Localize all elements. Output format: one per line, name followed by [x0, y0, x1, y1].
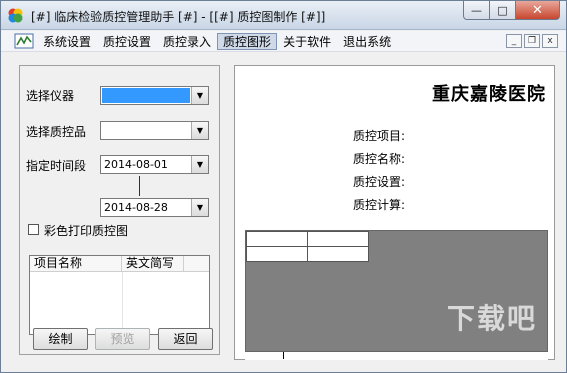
- main-window: [#] 临床检验质控管理助手 [#] - [[#] 质控图制作 [#]] — □…: [0, 0, 567, 373]
- qc-setting-field: 质控设置:: [353, 175, 406, 189]
- mdi-minimize-button[interactable]: _: [506, 34, 522, 48]
- qc-calc-field: 质控计算:: [353, 198, 406, 212]
- report-preview: 重庆嘉陵医院 质控项目: 质控名称: 质控设置: 质控计算: 下载吧: [234, 65, 555, 360]
- close-icon: ✕: [532, 2, 543, 18]
- grid-cell[interactable]: [307, 246, 369, 262]
- data-grid[interactable]: [246, 231, 369, 262]
- title-bar: [#] 临床检验质控管理助手 [#] - [[#] 质控图制作 [#]] — □…: [1, 1, 566, 30]
- minimize-button[interactable]: —: [463, 1, 490, 20]
- menu-system-settings[interactable]: 系统设置: [37, 33, 97, 50]
- date-from-value: 2014-08-01: [104, 158, 168, 171]
- list-header: 项目名称 英文简写: [30, 256, 209, 272]
- menu-items: 系统设置 质控设置 质控录入 质控图形 关于软件 退出系统: [37, 33, 397, 50]
- watermark: 下载吧: [446, 302, 537, 335]
- menu-qc-settings[interactable]: 质控设置: [97, 33, 157, 50]
- maximize-icon: □: [497, 3, 508, 17]
- chevron-down-icon[interactable]: ▼: [191, 199, 208, 216]
- window-title: [#] 临床检验质控管理助手 [#] - [[#] 质控图制作 [#]]: [31, 10, 326, 24]
- grid-cell[interactable]: [246, 246, 308, 262]
- column-english-abbr[interactable]: 英文简写: [122, 256, 184, 271]
- preview-button[interactable]: 预览: [95, 328, 150, 350]
- menu-qc-chart[interactable]: 质控图形: [217, 33, 278, 50]
- mdi-buttons: _ ❐ x: [506, 34, 558, 48]
- instrument-label: 选择仪器: [26, 89, 75, 103]
- column-filler: [184, 256, 209, 271]
- date-range-connector: [139, 176, 140, 196]
- minimize-icon: —: [471, 3, 482, 17]
- date-from-picker[interactable]: 2014-08-01 ▼: [100, 155, 209, 174]
- chart-area: 下载吧: [245, 230, 548, 352]
- chevron-down-icon[interactable]: ▼: [191, 156, 208, 173]
- grid-cell[interactable]: [246, 231, 308, 247]
- qc-item-field: 质控项目:: [353, 129, 406, 143]
- date-to-value: 2014-08-28: [104, 201, 168, 214]
- mdi-close-button[interactable]: x: [542, 34, 558, 48]
- close-button[interactable]: ✕: [516, 1, 560, 20]
- menu-bar: 系统设置 质控设置 质控录入 质控图形 关于软件 退出系统 _ ❐ x: [1, 31, 566, 52]
- grid-cell[interactable]: [307, 231, 369, 247]
- hospital-name: 重庆嘉陵医院: [432, 84, 546, 105]
- back-button[interactable]: 返回: [158, 328, 213, 350]
- color-print-label[interactable]: 彩色打印质控图: [44, 222, 128, 239]
- mdi-restore-button[interactable]: ❐: [524, 34, 540, 48]
- chevron-down-icon[interactable]: ▼: [191, 87, 208, 104]
- instrument-select[interactable]: ▼: [100, 86, 209, 105]
- chevron-down-icon[interactable]: ▼: [191, 122, 208, 139]
- draw-button[interactable]: 绘制: [33, 328, 88, 350]
- column-divider: [122, 272, 123, 334]
- grid-row: [246, 246, 369, 262]
- qc-material-select[interactable]: ▼: [100, 121, 209, 140]
- chart-doc-icon: [14, 33, 34, 49]
- menu-qc-entry[interactable]: 质控录入: [157, 33, 217, 50]
- grid-row: [246, 231, 369, 247]
- qc-items-list[interactable]: 项目名称 英文简写: [29, 255, 210, 335]
- menu-exit[interactable]: 退出系统: [337, 33, 397, 50]
- color-print-checkbox[interactable]: [28, 224, 39, 235]
- app-logo-icon: [8, 8, 23, 23]
- caption-buttons: — □ ✕: [463, 1, 560, 21]
- horizontal-scrollbar[interactable]: [245, 352, 548, 360]
- period-label: 指定时间段: [26, 159, 87, 173]
- menu-about[interactable]: 关于软件: [277, 33, 337, 50]
- column-item-name[interactable]: 项目名称: [30, 256, 122, 271]
- scroll-marker: [283, 352, 284, 359]
- qc-material-label: 选择质控品: [26, 125, 87, 139]
- maximize-button[interactable]: □: [490, 1, 516, 20]
- date-to-picker[interactable]: 2014-08-28 ▼: [100, 198, 209, 217]
- instrument-selection-highlight: [102, 88, 190, 103]
- qc-name-field: 质控名称:: [353, 152, 406, 166]
- settings-panel: 选择仪器 ▼ 选择质控品 ▼ 指定时间段 2014-08-01 ▼ 2014-0…: [19, 65, 220, 355]
